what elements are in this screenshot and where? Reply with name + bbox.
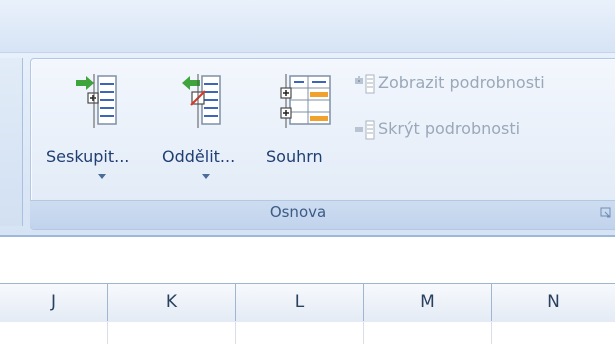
hide-detail-button[interactable]: Skrýt podrobnosti bbox=[354, 116, 604, 144]
column-header-k[interactable]: K bbox=[108, 283, 236, 321]
formula-area-gap bbox=[0, 237, 615, 277]
first-grid-row[interactable] bbox=[0, 322, 615, 344]
grid-line bbox=[363, 322, 364, 344]
show-detail-label: Zobrazit podrobnosti bbox=[378, 73, 545, 92]
outline-group-label: Osnova bbox=[269, 203, 327, 221]
chevron-down-icon[interactable] bbox=[202, 174, 210, 179]
group-button-label: Seskupit... bbox=[46, 147, 130, 166]
subtotal-button[interactable]: Souhrn bbox=[266, 62, 348, 194]
show-detail-button[interactable]: Zobrazit podrobnosti bbox=[354, 70, 604, 98]
previous-group-edge bbox=[0, 58, 23, 226]
chevron-down-icon[interactable] bbox=[98, 174, 106, 179]
excel-ribbon-screenshot: Osnova Seskupit... Oddělit... Souhrn Zob… bbox=[0, 0, 615, 344]
dialog-launcher-icon[interactable] bbox=[600, 207, 612, 218]
show-detail-icon bbox=[355, 74, 375, 94]
hide-detail-icon bbox=[355, 120, 375, 140]
column-header-m[interactable]: M bbox=[364, 283, 492, 321]
grid-line bbox=[491, 322, 492, 344]
ungroup-button-label: Oddělit... bbox=[162, 147, 236, 166]
subtotal-button-label: Souhrn bbox=[266, 147, 323, 166]
hide-detail-label: Skrýt podrobnosti bbox=[378, 119, 521, 138]
ungroup-button[interactable]: Oddělit... bbox=[162, 62, 264, 194]
group-rows-icon bbox=[76, 74, 117, 128]
ribbon-tab-strip bbox=[0, 0, 615, 52]
column-header-n[interactable]: N bbox=[492, 283, 615, 321]
ungroup-rows-icon bbox=[182, 74, 221, 128]
group-button[interactable]: Seskupit... bbox=[44, 62, 162, 194]
column-header-l[interactable]: L bbox=[236, 283, 364, 321]
grid-line bbox=[235, 322, 236, 344]
subtotal-icon bbox=[280, 74, 331, 128]
column-header-j[interactable]: J bbox=[0, 283, 108, 321]
grid-line bbox=[107, 322, 108, 344]
